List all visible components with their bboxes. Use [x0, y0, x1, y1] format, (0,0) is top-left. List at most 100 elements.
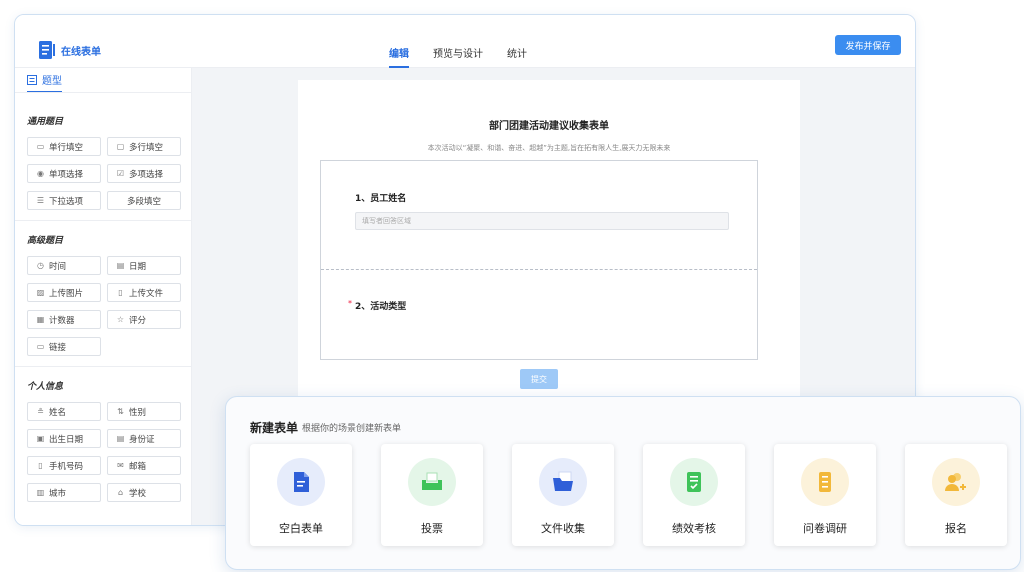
group-title-common: 通用题目 — [27, 117, 64, 127]
publish-save-button[interactable]: 发布并保存 — [835, 35, 901, 55]
submit-button[interactable]: 提交 — [520, 369, 558, 389]
main-tabs: 编辑 预览与设计 统计 — [389, 45, 527, 68]
template-performance-review[interactable]: 绩效考核 — [643, 444, 745, 546]
form-description[interactable]: 本次活动以“凝聚、和谐、奋进、超越”为主题,旨在拓有限人生,展天力无限未来 — [298, 143, 800, 153]
qtype-label: 上传文件 — [129, 288, 164, 299]
question-area: 1、员工姓名 填写者回答区域 * 2、活动类型 — [320, 160, 758, 360]
tile-icon-bg — [539, 458, 587, 506]
vote-box-icon — [422, 472, 442, 490]
required-mark: * — [348, 299, 352, 308]
qtype-label: 邮箱 — [129, 461, 147, 472]
signup-people-icon — [945, 473, 966, 491]
qtype-single-line[interactable]: ▭ 单行填空 — [27, 137, 101, 156]
tile-icon-bg — [670, 458, 718, 506]
qtype-link[interactable]: ▭ 链接 — [27, 337, 101, 356]
qtype-label: 城市 — [49, 488, 67, 499]
tile-icon-bg — [932, 458, 980, 506]
tab-edit[interactable]: 编辑 — [389, 45, 409, 68]
tile-icon-bg — [408, 458, 456, 506]
phone-icon: ▯ — [38, 461, 43, 470]
qtype-label: 评分 — [129, 315, 147, 326]
qtype-time[interactable]: ◷ 时间 — [27, 256, 101, 275]
qtype-dropdown[interactable]: ☰ 下拉选项 — [27, 191, 101, 210]
input-icon: ▭ — [36, 142, 45, 151]
app-name: 在线表单 — [61, 46, 101, 58]
file-icon: ▯ — [118, 288, 123, 297]
tile-icon-bg — [277, 458, 325, 506]
new-form-subtitle: 根据你的场景创建新表单 — [302, 424, 402, 434]
sidebar-tab-question-types[interactable]: 题型 — [27, 72, 62, 93]
qtype-birthday[interactable]: ▣ 出生日期 — [27, 429, 101, 448]
qtype-label: 上传图片 — [49, 288, 84, 299]
qtype-label: 单行填空 — [49, 142, 84, 153]
link-icon: ▭ — [36, 342, 45, 351]
qtype-gender[interactable]: ⇅ 性别 — [107, 402, 181, 421]
question-1-label[interactable]: 1、员工姓名 — [355, 191, 406, 204]
template-survey[interactable]: 问卷调研 — [774, 444, 876, 546]
birthday-icon: ▣ — [36, 434, 45, 443]
qtype-multi-choice[interactable]: ☑ 多项选择 — [107, 164, 181, 183]
qtype-label: 学校 — [129, 488, 147, 499]
template-signup[interactable]: 报名 — [905, 444, 1007, 546]
sidebar-tab-divider — [15, 92, 191, 93]
list-icon: ☰ — [36, 196, 45, 205]
group-title-personal: 个人信息 — [27, 382, 64, 392]
qtype-label: 出生日期 — [49, 434, 84, 445]
clock-icon: ◷ — [37, 261, 44, 270]
qtype-label: 计数器 — [49, 315, 75, 326]
tab-statistics[interactable]: 统计 — [507, 45, 527, 68]
id-card-icon: ▤ — [116, 434, 125, 443]
qtype-id-card[interactable]: ▤ 身份证 — [107, 429, 181, 448]
checkbox-icon: ☑ — [116, 169, 125, 178]
qtype-label: 性别 — [129, 407, 147, 418]
question-type-sidebar: 题型 通用题目 ▭ 单行填空 ▢ 多行填空 ◉ 单项选择 ☑ 多项选择 ☰ 下拉选项 多段… — [15, 68, 192, 525]
template-blank-form[interactable]: 空白表单 — [250, 444, 352, 546]
image-icon: ▨ — [36, 288, 45, 297]
template-vote[interactable]: 投票 — [381, 444, 483, 546]
qtype-label: 单项选择 — [49, 169, 84, 180]
qtype-label: 手机号码 — [49, 461, 84, 472]
question-2-label[interactable]: 2、活动类型 — [355, 299, 406, 312]
new-form-title: 新建表单 — [250, 421, 299, 435]
radio-icon: ◉ — [37, 169, 44, 178]
qtype-label: 姓名 — [49, 407, 67, 418]
qtype-label: 多行填空 — [129, 142, 164, 153]
qtype-upload-image[interactable]: ▨ 上传图片 — [27, 283, 101, 302]
calendar-icon: ▤ — [116, 261, 125, 270]
qtype-email[interactable]: ✉ 邮箱 — [107, 456, 181, 475]
question-type-icon — [27, 74, 37, 85]
qtype-school[interactable]: ⌂ 学校 — [107, 483, 181, 502]
qtype-upload-file[interactable]: ▯ 上传文件 — [107, 283, 181, 302]
qtype-date[interactable]: ▤ 日期 — [107, 256, 181, 275]
group-title-advanced: 高级题目 — [27, 236, 64, 246]
template-label: 投票 — [421, 522, 443, 535]
school-icon: ⌂ — [117, 488, 124, 497]
new-form-panel: 新建表单 根据你的场景创建新表单 空白表单 投票 文件收集 绩效考核 问卷调研 … — [225, 396, 1021, 570]
template-label: 文件收集 — [541, 522, 585, 535]
qtype-label: 多段填空 — [126, 196, 161, 207]
question-1-answer-input[interactable]: 填写者回答区域 — [355, 212, 729, 230]
qtype-rating[interactable]: ☆ 评分 — [107, 310, 181, 329]
tab-preview-design[interactable]: 预览与设计 — [433, 45, 483, 68]
app-logo[interactable]: 在线表单 — [39, 41, 101, 59]
template-file-collection[interactable]: 文件收集 — [512, 444, 614, 546]
qtype-label: 时间 — [49, 261, 67, 272]
qtype-phone[interactable]: ▯ 手机号码 — [27, 456, 101, 475]
mail-icon: ✉ — [117, 461, 124, 470]
qtype-label: 日期 — [129, 261, 147, 272]
group-divider — [15, 366, 191, 367]
template-label: 空白表单 — [279, 522, 323, 535]
qtype-name[interactable]: ≗ 姓名 — [27, 402, 101, 421]
template-label: 报名 — [945, 522, 967, 535]
qtype-single-choice[interactable]: ◉ 单项选择 — [27, 164, 101, 183]
qtype-label: 多项选择 — [129, 169, 164, 180]
form-title[interactable]: 部门团建活动建议收集表单 — [298, 117, 800, 132]
qtype-multi-segment[interactable]: 多段填空 — [107, 191, 181, 210]
qtype-multi-line[interactable]: ▢ 多行填空 — [107, 137, 181, 156]
qtype-city[interactable]: ▥ 城市 — [27, 483, 101, 502]
star-icon: ☆ — [116, 315, 125, 324]
blank-form-icon — [294, 472, 309, 492]
qtype-counter[interactable]: ▦ 计数器 — [27, 310, 101, 329]
city-icon: ▥ — [36, 488, 45, 497]
qtype-label: 链接 — [49, 342, 67, 353]
